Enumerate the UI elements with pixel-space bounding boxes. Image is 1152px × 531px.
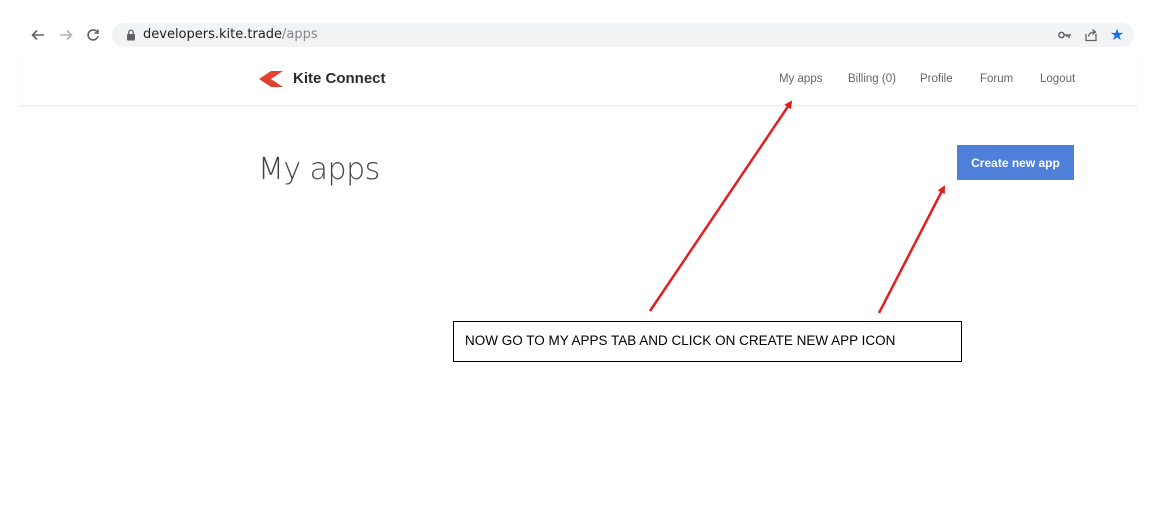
arrow-to-create-button (877, 185, 946, 314)
arrow-to-my-apps (648, 100, 793, 312)
share-icon[interactable] (1083, 27, 1099, 43)
brand-name[interactable]: Kite Connect (293, 70, 386, 88)
nav-profile[interactable]: Profile (920, 71, 953, 87)
browser-toolbar: developers.kite.trade/apps ★ (0, 0, 1152, 52)
reload-icon[interactable] (82, 24, 104, 46)
annotation-callout: NOW GO TO MY APPS TAB AND CLICK ON CREAT… (453, 321, 962, 362)
url-text[interactable]: developers.kite.trade/apps (143, 27, 318, 43)
page-title: My apps (258, 152, 380, 187)
url-path: /apps (282, 27, 318, 42)
nav-billing[interactable]: Billing (0) (848, 71, 896, 87)
site-header: Kite Connect My apps Billing (0) Profile… (20, 52, 1137, 106)
create-new-app-button[interactable]: Create new app (957, 145, 1074, 180)
forward-icon[interactable] (55, 24, 77, 46)
annotation-text: NOW GO TO MY APPS TAB AND CLICK ON CREAT… (465, 333, 896, 348)
bookmark-star-icon[interactable]: ★ (1109, 27, 1125, 44)
nav-forum[interactable]: Forum (980, 71, 1013, 87)
back-icon[interactable] (27, 24, 49, 46)
nav-my-apps[interactable]: My apps (779, 71, 822, 87)
url-host: developers.kite.trade (143, 27, 283, 42)
key-icon[interactable] (1057, 27, 1073, 43)
kite-logo-icon[interactable] (257, 71, 283, 87)
address-bar[interactable]: developers.kite.trade/apps ★ (112, 23, 1134, 47)
nav-logout[interactable]: Logout (1040, 71, 1075, 87)
lock-icon[interactable] (126, 29, 136, 41)
